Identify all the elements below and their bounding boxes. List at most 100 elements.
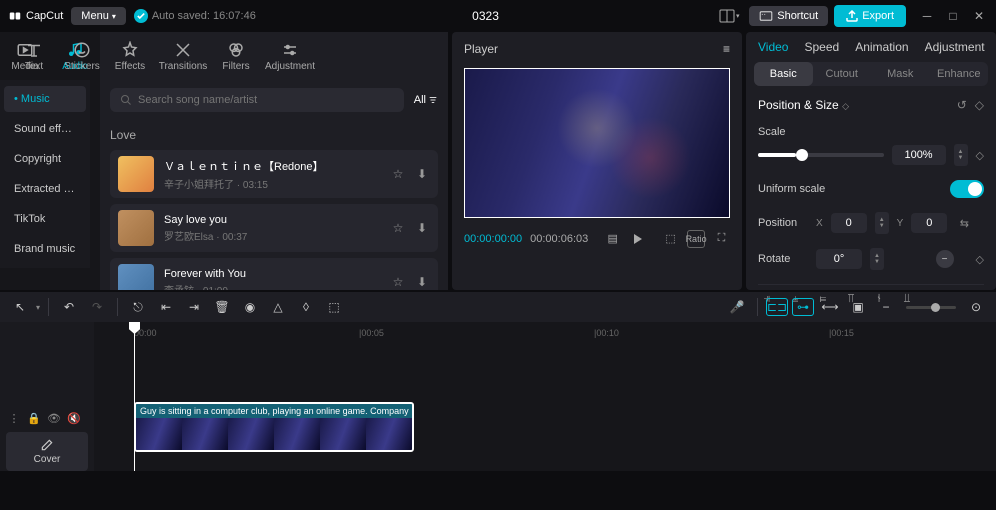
tab-stickers[interactable]: Stickers [58,32,106,80]
list-icon[interactable]: ▤ [604,230,621,248]
subcat-music[interactable]: • Music [4,86,86,112]
uniform-scale-label: Uniform scale [758,183,825,195]
check-icon [134,9,148,23]
tab-adjustment[interactable]: Adjustment [260,32,320,80]
subtab-enhance[interactable]: Enhance [930,62,989,86]
undo-button[interactable]: ↶ [57,295,81,319]
rtab-adjustment[interactable]: Adjustment [925,40,985,54]
crop-tool[interactable]: ⬚ [322,295,346,319]
trim-left-tool[interactable]: ⇤ [154,295,178,319]
keyframe-icon[interactable]: ◇ [975,98,984,112]
song-item[interactable]: Ｖａｌｅｎｔｉｎｅ【Redone】辛子小姐拜托了 · 03:15 ☆⬇ [110,150,438,198]
layout-button[interactable]: ▾ [715,5,743,27]
section-title: Love [110,120,438,150]
tl-menu-icon[interactable]: ⋮ [6,410,22,426]
song-item[interactable]: Say love you罗艺欧Elsa · 00:37 ☆⬇ [110,204,438,252]
rotate-stepper[interactable]: ▲▼ [870,248,884,270]
subtab-cutout[interactable]: Cutout [813,62,872,86]
favorite-icon[interactable]: ☆ [390,275,406,289]
delete-tool[interactable]: 🗑 [210,295,234,319]
record-tool[interactable]: ◉ [238,295,262,319]
eye-icon[interactable]: 👁 [46,410,62,426]
rtab-video[interactable]: Video [758,40,788,54]
player-preview[interactable] [464,68,730,218]
subcat-extracted[interactable]: Extracted a… [4,176,86,202]
keyframe-icon[interactable]: ◇ [976,253,984,266]
song-title: Say love you [164,214,380,226]
uniform-scale-toggle[interactable] [950,180,984,198]
zoom-slider[interactable] [906,306,956,309]
link-xy-icon[interactable]: ⇆ [955,214,973,232]
magnet-tool[interactable]: ⊏⊐ [766,298,788,316]
ratio-button[interactable]: Ratio [687,230,705,248]
rotate-tool[interactable]: ◊ [294,295,318,319]
position-x-value[interactable]: 0 [831,213,867,233]
subcat-copyright[interactable]: Copyright [4,146,86,172]
mute-icon[interactable]: 🔇 [66,410,82,426]
rtab-animation[interactable]: Animation [855,40,908,54]
video-clip[interactable]: Guy is sitting in a computer club, playi… [134,402,414,452]
subcat-sound-effects[interactable]: Sound effe… [4,116,86,142]
song-thumb [118,156,154,192]
favorite-icon[interactable]: ☆ [390,167,406,181]
tab-effects[interactable]: Effects [106,32,154,80]
rotate-label: Rotate [758,253,808,265]
redo-button[interactable]: ↷ [85,295,109,319]
cover-button[interactable]: Cover [6,432,88,471]
song-item[interactable]: Forever with You李承铉 · 01:00 ☆⬇ [110,258,438,290]
zoom-fit[interactable]: ⊙ [964,295,988,319]
subtab-basic[interactable]: Basic [754,62,813,86]
favorite-icon[interactable]: ☆ [390,221,406,235]
snap-tool[interactable]: ⟷ [818,295,842,319]
trim-right-tool[interactable]: ⇥ [182,295,206,319]
scale-stepper[interactable]: ▲▼ [954,144,968,166]
playhead[interactable] [134,322,135,471]
timeline-ruler[interactable]: 00:00 |00:05 |00:10 |00:15 [94,322,996,346]
player-menu-icon[interactable]: ≡ [723,42,730,56]
zoom-out[interactable]: − [874,295,898,319]
scale-label: Scale [758,126,984,138]
tab-transitions[interactable]: Transitions [154,32,212,80]
position-y-value[interactable]: 0 [911,213,947,233]
maximize-button[interactable]: □ [944,7,962,25]
tab-filters[interactable]: Filters [212,32,260,80]
tab-text[interactable]: Text [10,32,58,80]
download-icon[interactable]: ⬇ [414,167,430,181]
shortcut-button[interactable]: Shortcut [749,6,828,26]
close-button[interactable]: ✕ [970,7,988,25]
search-input[interactable] [138,94,394,106]
menu-button[interactable]: Menu▾ [71,7,126,25]
x-stepper[interactable]: ▲▼ [875,212,889,234]
mic-button[interactable]: 🎤 [725,295,749,319]
lock-icon[interactable]: 🔒 [26,410,42,426]
align-bottom-icon[interactable]: ⫫ [898,289,916,307]
play-button[interactable] [629,230,646,248]
song-thumb [118,210,154,246]
crop-icon[interactable]: ⬚ [662,230,679,248]
keyframe-icon[interactable]: ◇ [976,149,984,162]
filter-all[interactable]: All [414,94,438,106]
link-tool[interactable]: ⊶ [792,298,814,316]
minimize-button[interactable]: ─ [918,7,936,25]
project-title: 0323 [472,9,499,23]
rtab-speed[interactable]: Speed [804,40,839,54]
scale-value[interactable]: 100% [892,145,946,165]
pointer-tool[interactable]: ↖ [8,295,32,319]
split-tool[interactable]: ⎋ [126,295,150,319]
subcat-tiktok[interactable]: TikTok [4,206,86,232]
download-icon[interactable]: ⬇ [414,221,430,235]
rotate-reset[interactable]: − [936,250,954,268]
player-title: Player [464,42,498,56]
export-button[interactable]: Export [834,5,906,27]
search-icon [120,94,132,106]
reset-icon[interactable]: ↺ [957,98,967,112]
fullscreen-icon[interactable]: ⛶ [713,230,730,248]
search-box[interactable] [110,88,404,112]
scale-slider[interactable] [758,153,884,157]
preview-tool[interactable]: ▣ [846,295,870,319]
mirror-tool[interactable]: △ [266,295,290,319]
rotate-value[interactable]: 0° [816,249,862,269]
subtab-mask[interactable]: Mask [871,62,930,86]
subcat-brand-music[interactable]: Brand music [4,236,86,262]
download-icon[interactable]: ⬇ [414,275,430,289]
